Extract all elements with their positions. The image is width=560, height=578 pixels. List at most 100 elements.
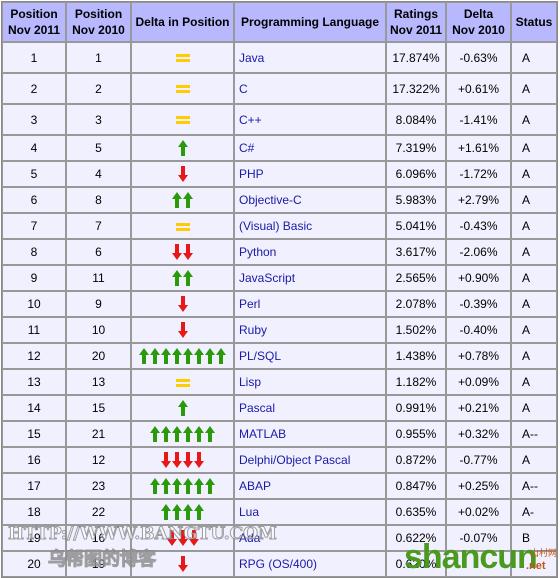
rating: 1.182% (386, 369, 446, 395)
delta-position-cell (131, 369, 234, 395)
table-row: 19 16 Ada 0.622% -0.07% B (2, 525, 557, 551)
delta-arrows (177, 140, 188, 156)
rating: 1.502% (386, 317, 446, 343)
language-link[interactable]: C (239, 82, 248, 96)
language-link[interactable]: PL/SQL (239, 349, 281, 363)
language-link[interactable]: Lisp (239, 375, 261, 389)
delta-rating: +0.61% (446, 73, 511, 104)
delta-arrows (175, 222, 190, 232)
delta-position-cell (131, 473, 234, 499)
equal-icon (175, 222, 190, 231)
delta-position-cell (131, 135, 234, 161)
arrow-up-icon (139, 348, 149, 364)
language-cell: PHP (234, 161, 386, 187)
language-link[interactable]: ABAP (239, 479, 271, 493)
delta-arrows (166, 530, 199, 546)
arrow-down-icon (183, 244, 193, 260)
language-link[interactable]: Pascal (239, 401, 275, 415)
delta-rating: -0.40% (446, 317, 511, 343)
language-link[interactable]: Perl (239, 297, 260, 311)
header-pos-2010: Position Nov 2010 (66, 2, 131, 42)
delta-position-cell (131, 104, 234, 135)
delta-position-cell (131, 213, 234, 239)
language-cell: Ada (234, 525, 386, 551)
equal-icon (175, 85, 190, 94)
language-link[interactable]: Objective-C (239, 193, 302, 207)
delta-arrows (177, 166, 188, 182)
language-link[interactable]: Delphi/Object Pascal (239, 453, 350, 467)
language-link[interactable]: PHP (239, 167, 264, 181)
table-row: 1 1 Java 17.874% -0.63% A (2, 42, 557, 73)
status: A (511, 369, 557, 395)
rating: 6.096% (386, 161, 446, 187)
delta-position-cell (131, 187, 234, 213)
delta-rating: -2.06% (446, 239, 511, 265)
rating: 0.635% (386, 499, 446, 525)
rating: 8.084% (386, 104, 446, 135)
status: A (511, 73, 557, 104)
rating: 17.322% (386, 73, 446, 104)
table-row: 20 19 RPG (OS/400) 0.620% (2, 551, 557, 577)
table-row: 15 21 MATLAB 0.955% +0.32% A-- (2, 421, 557, 447)
rating: 7.319% (386, 135, 446, 161)
status (511, 551, 557, 577)
delta-position-cell (131, 421, 234, 447)
language-link[interactable]: Python (239, 245, 276, 259)
arrow-up-icon (183, 192, 193, 208)
arrow-down-icon (177, 296, 188, 312)
header-delta-position: Delta in Position (131, 2, 234, 42)
position-2011: 20 (2, 551, 66, 577)
position-2010: 23 (66, 473, 131, 499)
arrow-up-icon (161, 478, 171, 494)
position-2011: 17 (2, 473, 66, 499)
status: A (511, 213, 557, 239)
delta-rating (446, 551, 511, 577)
rating: 0.991% (386, 395, 446, 421)
language-cell: PL/SQL (234, 343, 386, 369)
table-row: 9 11 JavaScript 2.565% +0.90% A (2, 265, 557, 291)
language-link[interactable]: RPG (OS/400) (239, 557, 317, 571)
language-link[interactable]: JavaScript (239, 271, 295, 285)
status: A (511, 395, 557, 421)
position-2010: 15 (66, 395, 131, 421)
language-cell: JavaScript (234, 265, 386, 291)
language-link[interactable]: Lua (239, 505, 259, 519)
delta-position-cell (131, 73, 234, 104)
language-cell: Java (234, 42, 386, 73)
language-link[interactable]: C++ (239, 113, 262, 127)
delta-position-cell (131, 265, 234, 291)
language-link[interactable]: MATLAB (239, 427, 286, 441)
language-cell: Pascal (234, 395, 386, 421)
delta-arrows (175, 115, 190, 125)
arrow-up-icon (216, 348, 226, 364)
language-cell: Ruby (234, 317, 386, 343)
status: A-- (511, 421, 557, 447)
language-link[interactable]: Java (239, 51, 264, 65)
language-link[interactable]: C# (239, 141, 254, 155)
status: A (511, 265, 557, 291)
language-link[interactable]: (Visual) Basic (239, 219, 312, 233)
rating: 0.872% (386, 447, 446, 473)
status: A (511, 239, 557, 265)
delta-position-cell (131, 551, 234, 577)
rating: 0.620% (386, 551, 446, 577)
equal-icon (175, 54, 190, 63)
arrow-up-icon (205, 426, 215, 442)
arrow-up-icon (194, 426, 204, 442)
delta-position-cell (131, 291, 234, 317)
arrow-up-icon (183, 426, 193, 442)
rating: 0.847% (386, 473, 446, 499)
position-2010: 13 (66, 369, 131, 395)
arrow-up-icon (183, 270, 193, 286)
status: A (511, 317, 557, 343)
delta-arrows (139, 348, 226, 364)
position-2011: 19 (2, 525, 66, 551)
position-2011: 13 (2, 369, 66, 395)
language-link[interactable]: Ada (239, 531, 260, 545)
arrow-up-icon (172, 426, 182, 442)
position-2010: 1 (66, 42, 131, 73)
table-row: 4 5 C# 7.319% +1.61% A (2, 135, 557, 161)
header-row: Position Nov 2011 Position Nov 2010 Delta … (2, 2, 557, 42)
arrow-up-icon (183, 478, 193, 494)
language-link[interactable]: Ruby (239, 323, 267, 337)
